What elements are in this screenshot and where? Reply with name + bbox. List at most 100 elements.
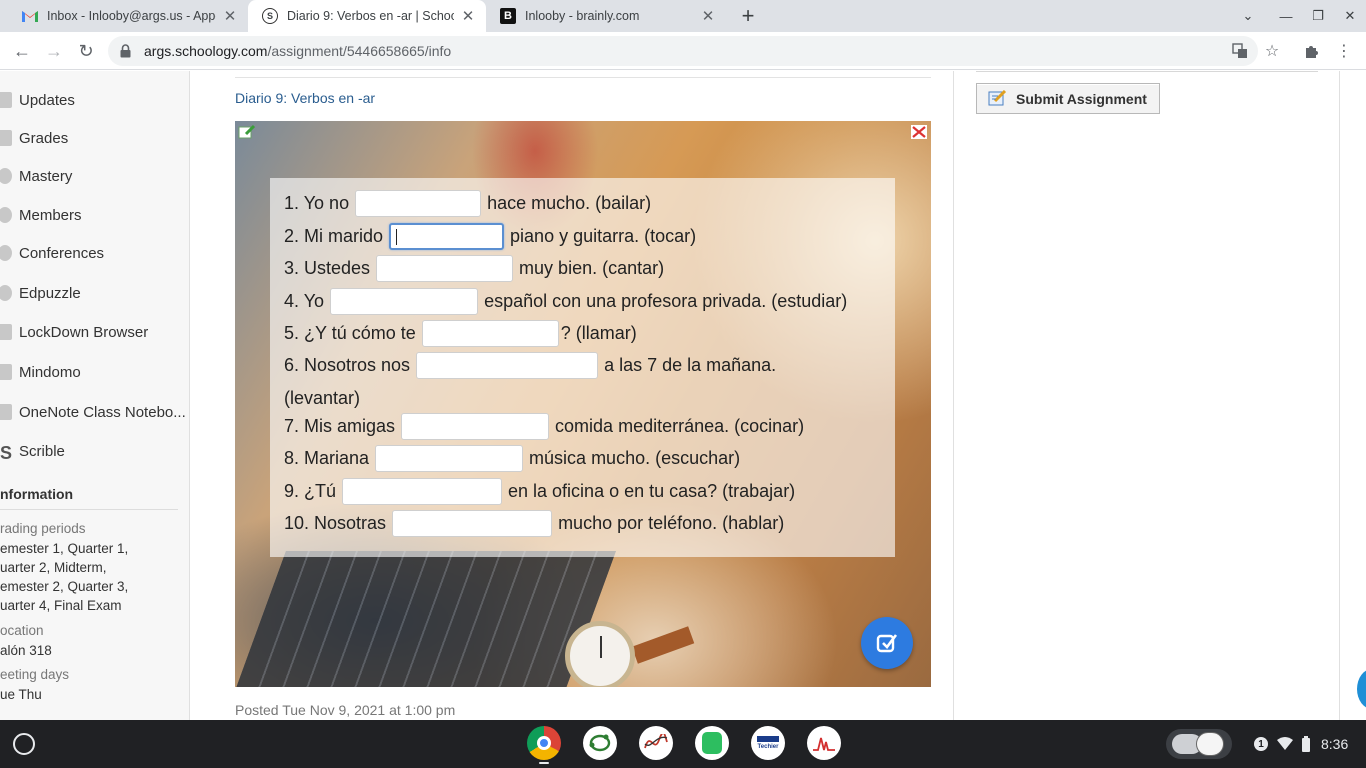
sidebar-item-label: Edpuzzle <box>19 284 81 302</box>
answer-input-4[interactable] <box>330 288 479 315</box>
extensions-puzzle-icon[interactable] <box>1298 37 1326 65</box>
sidebar-item-updates[interactable]: Updates <box>0 86 75 114</box>
members-icon <box>0 207 12 223</box>
submit-assignment-button[interactable]: Submit Assignment <box>976 83 1160 114</box>
scrible-icon: S <box>0 443 13 463</box>
right-column: Submit Assignment <box>953 71 1340 720</box>
close-tab-icon[interactable]: ✕ <box>700 8 716 25</box>
exercise-hint: muy bien. (cantar) <box>519 258 665 278</box>
exercise-hint: español con una profesora privada. (estu… <box>484 291 848 311</box>
sidebar-item-lockdown-browser[interactable]: LockDown Browser <box>0 318 148 346</box>
new-tab-button[interactable]: + <box>736 3 760 28</box>
close-window-button[interactable]: ✕ <box>1334 0 1366 32</box>
forward-arrow-icon[interactable]: → <box>40 37 68 65</box>
answer-input-1[interactable] <box>355 190 482 217</box>
sidebar-item-label: Conferences <box>19 244 105 262</box>
sidebar-item-label: Updates <box>19 91 75 109</box>
answer-input-2[interactable] <box>389 223 505 250</box>
minimize-button[interactable]: — <box>1270 0 1302 32</box>
meeting-days-value: ue Thu <box>0 687 42 702</box>
exercise-prompt: 2. Mi marido <box>284 226 384 246</box>
sidebar-item-edpuzzle[interactable]: Edpuzzle <box>0 279 81 307</box>
close-tab-icon[interactable]: ✕ <box>222 8 238 25</box>
answer-input-9[interactable] <box>342 478 503 505</box>
address-bar[interactable]: args.schoology.com/assignment/5446658665… <box>108 36 1258 66</box>
sidebar-item-conferences[interactable]: Conferences <box>0 239 104 267</box>
restore-button[interactable]: ❐ <box>1302 0 1334 32</box>
url-host: args.schoology.com <box>144 43 268 59</box>
answer-input-7[interactable] <box>401 413 550 440</box>
sidebar-item-members[interactable]: Members <box>0 201 82 229</box>
desmos-icon[interactable] <box>639 726 673 760</box>
exercise-hint: comida mediterránea. (cocinar) <box>555 416 805 436</box>
pearson-techier-icon[interactable]: Techier <box>751 726 785 760</box>
geogebra-icon[interactable] <box>583 726 617 760</box>
grading-periods-label: rading periods <box>0 521 86 536</box>
help-bubble[interactable] <box>1357 669 1366 709</box>
edit-sheet-icon[interactable] <box>238 124 256 140</box>
conferences-icon <box>0 245 12 261</box>
check-square-icon <box>876 634 898 653</box>
bookmark-star-icon[interactable]: ☆ <box>1258 37 1286 65</box>
sidebar-item-mastery[interactable]: Mastery <box>0 162 72 190</box>
sidebar-item-onenote[interactable]: OneNote Class Notebo... <box>0 398 186 426</box>
tab-schoology[interactable]: S Diario 9: Verbos en -ar | Schoolo ✕ <box>248 0 486 32</box>
close-tab-icon[interactable]: ✕ <box>460 8 476 25</box>
answer-input-5[interactable] <box>421 320 559 347</box>
exercise-prompt: 1. Yo no <box>284 193 350 213</box>
answer-input-3[interactable] <box>376 255 514 282</box>
chrome-menu-icon[interactable]: ⋮ <box>1330 37 1358 65</box>
graph-app-icon[interactable] <box>807 726 841 760</box>
mindomo-icon <box>0 364 12 380</box>
back-arrow-icon[interactable]: ← <box>8 37 36 65</box>
sidebar-item-label: Scrible <box>19 442 65 460</box>
sidebar-item-grades[interactable]: Grades <box>0 124 68 152</box>
translate-icon[interactable] <box>1226 37 1254 65</box>
grading-period-line: uarter 4, Final Exam <box>0 598 122 613</box>
sidebar-item-scrible[interactable]: S Scrible <box>0 437 65 465</box>
information-heading: nformation <box>0 486 178 510</box>
sidebar-item-mindomo[interactable]: Mindomo <box>0 358 81 386</box>
answer-input-10[interactable] <box>392 510 553 537</box>
exercise-prompt: 10. Nosotras <box>284 513 387 533</box>
clock-time: 8:36 <box>1321 736 1349 752</box>
chrome-icon[interactable] <box>527 726 561 760</box>
exercise-row: 5. ¿Y tú cómo te ? (llamar) <box>284 320 637 347</box>
exercise-hint: ? (llamar) <box>560 323 637 343</box>
exercise-hint: a las 7 de la mañana. <box>604 355 777 375</box>
submit-label: Submit Assignment <box>1016 90 1147 107</box>
exercise-hint: en la oficina o en tu casa? (trabajar) <box>508 481 796 501</box>
fullscreen-icon[interactable] <box>911 125 927 139</box>
sidebar-item-label: Members <box>19 206 82 224</box>
sidebar-item-label: Mastery <box>19 167 73 185</box>
grades-icon <box>0 130 12 146</box>
location-value: alón 318 <box>0 643 52 658</box>
pearson-techier-label: Techier <box>757 744 779 750</box>
launcher-icon[interactable] <box>13 733 35 755</box>
schoology-page: Updates Grades Mastery Members Conferenc… <box>0 71 1366 720</box>
meeting-days-label: eeting days <box>0 667 70 682</box>
active-app-indicator <box>539 762 549 764</box>
reload-icon[interactable]: ↻ <box>72 37 100 65</box>
exercise-row: 2. Mi marido piano y guitarra. (tocar) <box>284 223 696 250</box>
grading-period-line: emester 1, Quarter 1, <box>0 541 129 556</box>
holding-space-tray[interactable] <box>1166 729 1232 759</box>
posted-date: Posted Tue Nov 9, 2021 at 1:00 pm <box>235 702 456 718</box>
tab-search-chevron-icon[interactable]: ⌄ <box>1232 0 1264 32</box>
evernote-icon[interactable] <box>695 726 729 760</box>
answer-input-8[interactable] <box>375 445 524 472</box>
exercise-prompt: 9. ¿Tú <box>284 481 337 501</box>
updates-icon <box>0 92 12 108</box>
status-area[interactable]: 1 8:36 <box>1244 729 1356 759</box>
battery-icon <box>1302 736 1310 752</box>
tab-gmail[interactable]: Inbox - Inlooby@args.us - Appoq ✕ <box>8 0 248 32</box>
schoology-icon: S <box>262 8 278 24</box>
location-label: ocation <box>0 623 44 638</box>
tab-brainly[interactable]: B Inlooby - brainly.com ✕ <box>486 0 726 32</box>
chromeos-shelf: Techier 1 8:36 <box>0 720 1366 768</box>
check-answers-button[interactable] <box>861 617 913 669</box>
keyboard-photo <box>235 551 616 687</box>
exercise-row: 10. Nosotras mucho por teléfono. (hablar… <box>284 510 784 537</box>
answer-input-6[interactable] <box>416 352 599 379</box>
brainly-icon: B <box>500 8 516 24</box>
